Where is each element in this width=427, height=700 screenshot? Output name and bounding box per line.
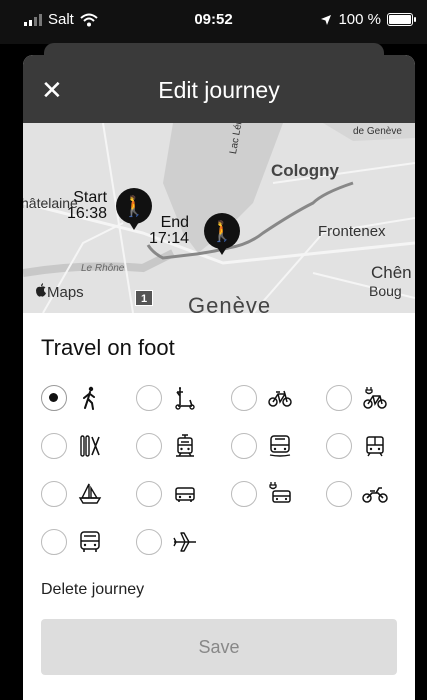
status-right: 100 % — [320, 11, 416, 28]
mode-option-tram[interactable] — [326, 429, 415, 463]
radio-button[interactable] — [231, 385, 257, 411]
edit-journey-sheet: ✕ Edit journey de Genève Lac Léman Colog… — [23, 55, 415, 700]
plane-icon — [172, 529, 198, 555]
radio-button[interactable] — [136, 529, 162, 555]
start-pin[interactable]: 🚶 — [116, 188, 152, 230]
car-icon — [172, 481, 198, 507]
radio-button[interactable] — [326, 481, 352, 507]
radio-button[interactable] — [231, 433, 257, 459]
mode-option-train[interactable] — [136, 429, 231, 463]
mode-option-ebike[interactable] — [326, 381, 415, 415]
map-label-frontenex: Frontenex — [318, 223, 386, 240]
save-button[interactable]: Save — [41, 619, 397, 675]
mode-option-plane[interactable] — [136, 525, 231, 559]
start-marker-label: Start 16:38 — [67, 190, 107, 222]
mode-option-ski[interactable] — [41, 429, 136, 463]
status-bar: Salt 09:52 100 % — [0, 0, 427, 44]
mode-option-bus[interactable] — [231, 429, 326, 463]
battery-percent: 100 % — [338, 11, 381, 28]
map-label-boug: Boug — [369, 283, 402, 299]
mode-option-scooter[interactable] — [136, 381, 231, 415]
road-badge: 1 — [135, 290, 153, 306]
maps-logo-text: Maps — [47, 284, 84, 301]
header: ✕ Edit journey — [23, 55, 415, 123]
radio-button[interactable] — [41, 529, 67, 555]
content: Travel on foot Delete journey Save — [23, 313, 415, 675]
bus-icon — [267, 433, 293, 459]
start-time: 16:38 — [67, 205, 108, 222]
train-icon — [172, 433, 198, 459]
map-label-cologny: Cologny — [271, 161, 339, 180]
walk-icon — [77, 385, 103, 411]
end-pin[interactable]: 🚶 — [204, 213, 240, 255]
mode-option-walk[interactable] — [41, 381, 136, 415]
mode-option-car[interactable] — [136, 477, 231, 511]
map-label-chen: Chên — [371, 263, 412, 282]
travel-mode-grid — [41, 381, 397, 559]
walk-icon: 🚶 — [209, 220, 235, 243]
end-marker-label: End 17:14 — [149, 215, 189, 247]
radio-button[interactable] — [136, 481, 162, 507]
boat-icon — [77, 481, 103, 507]
electric-car-icon — [267, 481, 293, 507]
ebike-icon — [362, 385, 388, 411]
mode-option-bicycle[interactable] — [231, 381, 326, 415]
mode-option-electric-car[interactable] — [231, 477, 326, 511]
map-label-de-geneve: de Genève — [353, 126, 402, 137]
radio-button[interactable] — [136, 433, 162, 459]
radio-button[interactable] — [41, 481, 67, 507]
page-title: Edit journey — [158, 77, 280, 103]
radio-button[interactable] — [326, 385, 352, 411]
travel-mode-title: Travel on foot — [41, 335, 175, 360]
radio-button[interactable] — [41, 385, 67, 411]
radio-button[interactable] — [41, 433, 67, 459]
start-label: Start — [73, 189, 108, 206]
route-map[interactable]: de Genève Lac Léman Cologny hâtelaine Fr… — [23, 123, 415, 313]
mode-option-coach[interactable] — [41, 525, 136, 559]
radio-button[interactable] — [136, 385, 162, 411]
tram-icon — [362, 433, 388, 459]
motorbike-icon — [362, 481, 388, 507]
ski-icon — [77, 433, 103, 459]
radio-button[interactable] — [231, 481, 257, 507]
battery-icon — [387, 13, 416, 26]
bicycle-icon — [267, 385, 293, 411]
coach-icon — [77, 529, 103, 555]
map-label-geneve: Genève — [188, 293, 272, 313]
map-label-le-rhone: Le Rhône — [81, 263, 125, 274]
location-arrow-icon — [321, 14, 332, 25]
walk-icon: 🚶 — [121, 195, 147, 218]
maps-logo: Maps — [35, 283, 84, 301]
apple-logo-icon — [36, 283, 46, 297]
scooter-icon — [172, 385, 198, 411]
radio-button[interactable] — [326, 433, 352, 459]
end-label: End — [160, 214, 190, 231]
mode-option-boat[interactable] — [41, 477, 136, 511]
delete-journey-link[interactable]: Delete journey — [41, 581, 144, 599]
mode-option-motorbike[interactable] — [326, 477, 415, 511]
end-time: 17:14 — [149, 230, 190, 247]
